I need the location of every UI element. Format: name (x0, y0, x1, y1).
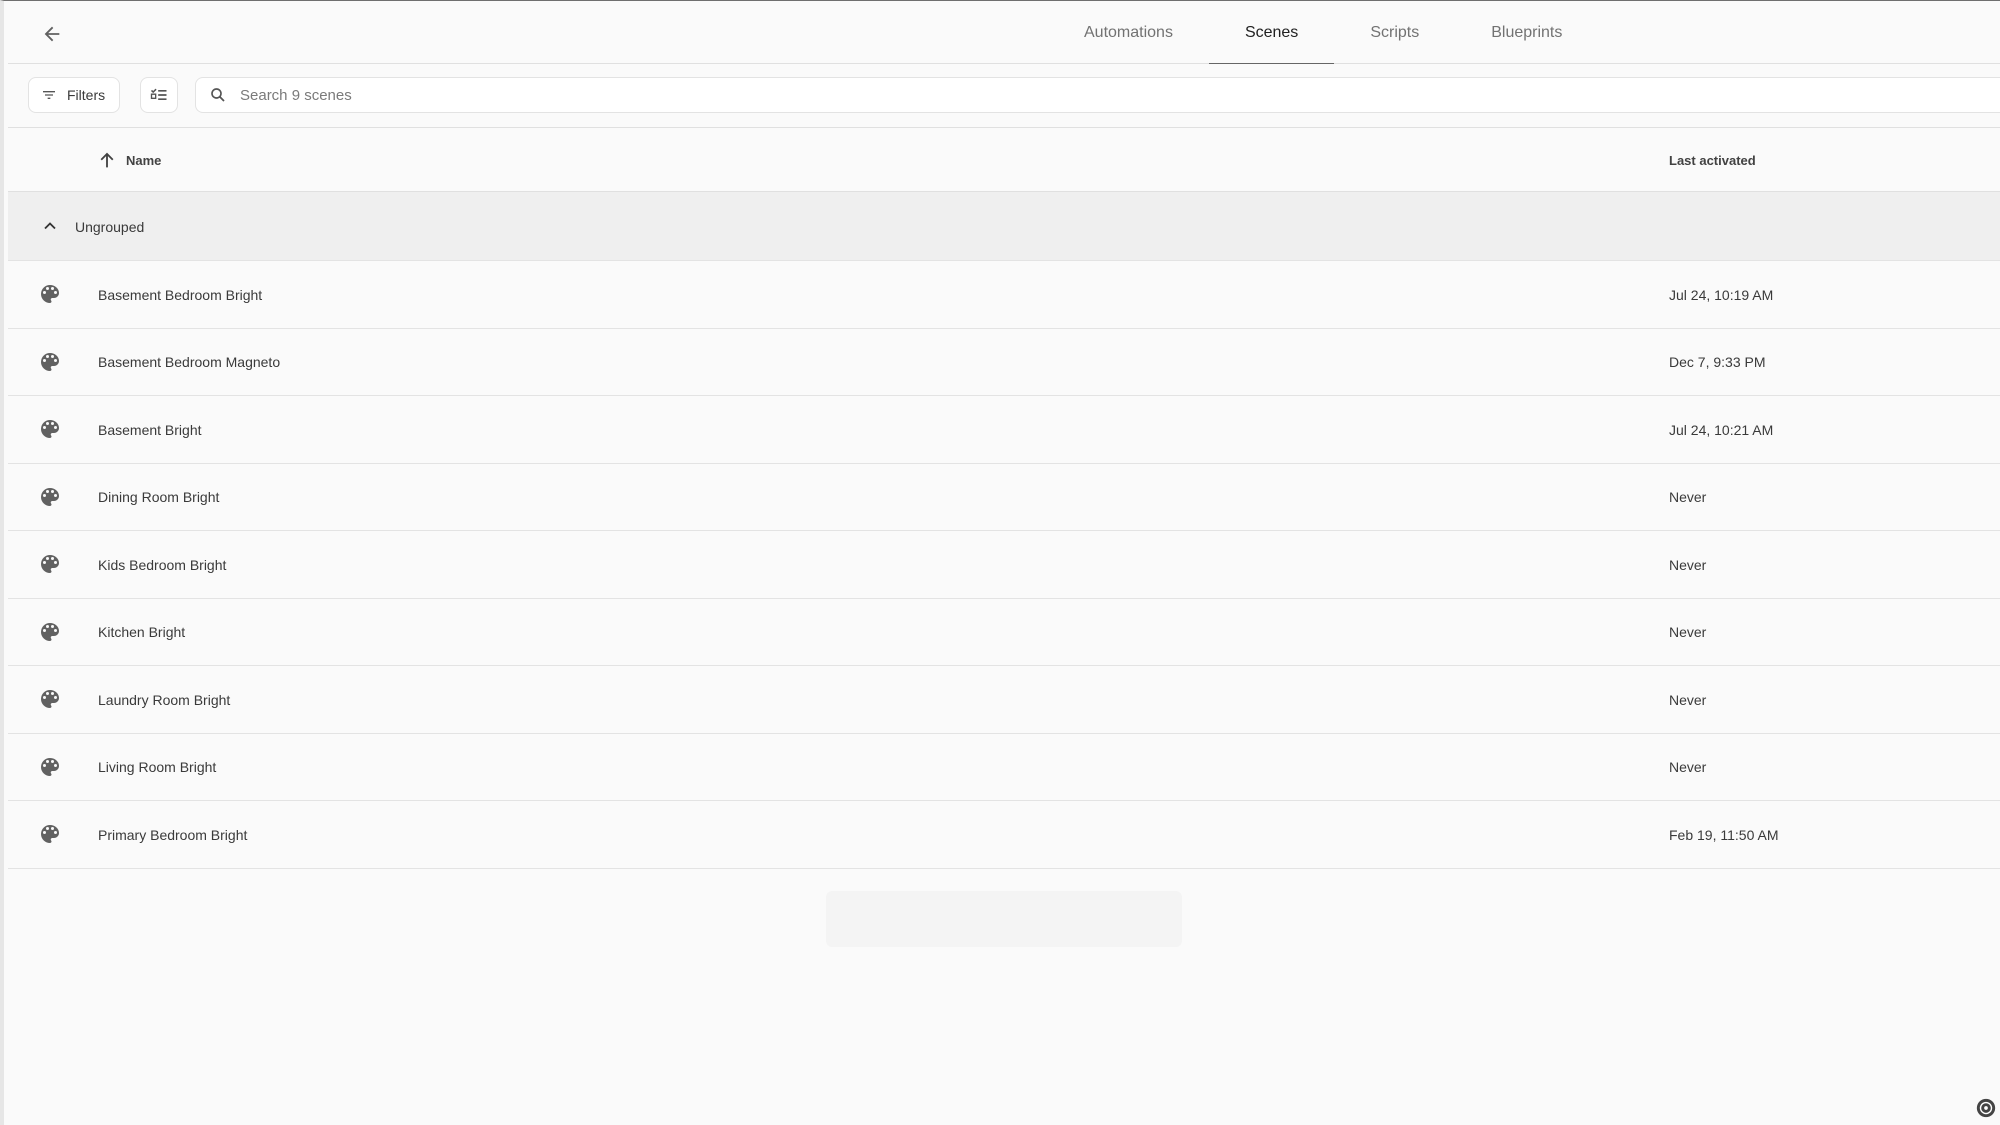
scene-last-activated: Never (1669, 691, 1707, 708)
tab-scenes[interactable]: Scenes (1208, 2, 1335, 65)
search-toolbar: Filters (8, 64, 2000, 128)
assist-icon[interactable] (1975, 1097, 1997, 1119)
table-row[interactable]: Basement Bright Jul 24, 10:21 AM (8, 396, 2000, 464)
table-row[interactable]: Dining Room Bright Never (8, 463, 2000, 531)
tab-bar: Automations Scenes Scripts Blueprints (1048, 2, 1598, 65)
scene-name: Kitchen Bright (98, 624, 186, 640)
table-row[interactable]: Basement Bedroom Magneto Dec 7, 9:33 PM (8, 328, 2000, 396)
media-control-overlay (826, 891, 1182, 947)
palette-icon (41, 420, 59, 438)
app-frame: Automations Scenes Scripts Blueprints Fi… (0, 0, 2000, 1125)
scene-last-activated: Feb 19, 11:50 AM (1669, 826, 1779, 843)
scene-last-activated: Never (1669, 624, 1707, 640)
filters-button-label: Filters (67, 87, 106, 103)
table-row[interactable]: Living Room Bright Never (8, 733, 2000, 801)
column-header-name-label: Name (126, 152, 162, 168)
arrow-up-icon (100, 152, 114, 168)
scene-name: Basement Bedroom Magneto (98, 354, 281, 370)
group-header-ungrouped[interactable]: Ungrouped (8, 192, 2000, 261)
search-icon (208, 85, 228, 105)
selection-list-icon (150, 88, 167, 100)
palette-icon (41, 757, 59, 776)
scene-list: Basement Bedroom Bright Jul 24, 10:19 AM… (8, 261, 2000, 869)
scene-last-activated: Jul 24, 10:19 AM (1669, 286, 1774, 303)
palette-icon (41, 352, 59, 371)
selection-mode-button[interactable] (140, 77, 178, 113)
filters-button[interactable]: Filters (28, 77, 120, 113)
scene-name: Living Room Bright (98, 759, 217, 775)
chevron-up-icon (38, 214, 62, 238)
table-row[interactable]: Basement Bedroom Bright Jul 24, 10:19 AM (8, 261, 2000, 329)
scene-last-activated: Dec 7, 9:33 PM (1669, 354, 1766, 370)
scene-last-activated: Jul 24, 10:21 AM (1669, 421, 1774, 438)
table-row[interactable]: Primary Bedroom Bright Feb 19, 11:50 AM (8, 801, 2000, 869)
tab-blueprints[interactable]: Blueprints (1455, 2, 1598, 64)
search-input[interactable] (240, 86, 840, 104)
scene-name: Dining Room Bright (98, 489, 220, 505)
column-header-last-activated-label: Last activated (1669, 152, 1756, 168)
scene-name: Kids Bedroom Bright (98, 556, 227, 573)
search-field[interactable] (195, 77, 2000, 113)
table-header: Name Last activated (8, 128, 2000, 192)
palette-icon (41, 622, 59, 641)
scene-last-activated: Never (1669, 556, 1707, 573)
scene-name: Basement Bright (98, 421, 202, 438)
scene-name: Laundry Room Bright (98, 691, 231, 708)
table-row[interactable]: Kitchen Bright Never (8, 598, 2000, 666)
arrow-left-icon (44, 26, 60, 42)
scene-last-activated: Never (1669, 489, 1707, 505)
column-header-name[interactable]: Name (96, 128, 161, 192)
tab-automations[interactable]: Automations (1048, 2, 1209, 64)
table-row[interactable]: Kids Bedroom Bright Never (8, 531, 2000, 599)
palette-icon (41, 825, 59, 843)
scene-name: Primary Bedroom Bright (98, 826, 248, 843)
palette-icon (41, 555, 59, 573)
back-button[interactable] (34, 16, 70, 52)
tab-scripts[interactable]: Scripts (1334, 2, 1455, 64)
table-row[interactable]: Laundry Room Bright Never (8, 666, 2000, 734)
scene-name: Basement Bedroom Bright (98, 286, 263, 303)
filter-icon (43, 91, 55, 99)
column-header-last-activated[interactable]: Last activated (1669, 128, 1756, 192)
group-label: Ungrouped (75, 218, 145, 235)
palette-icon (41, 487, 59, 506)
top-app-bar: Automations Scenes Scripts Blueprints (8, 2, 2000, 65)
scene-last-activated: Never (1669, 759, 1707, 775)
palette-icon (41, 285, 59, 303)
palette-icon (41, 690, 59, 708)
